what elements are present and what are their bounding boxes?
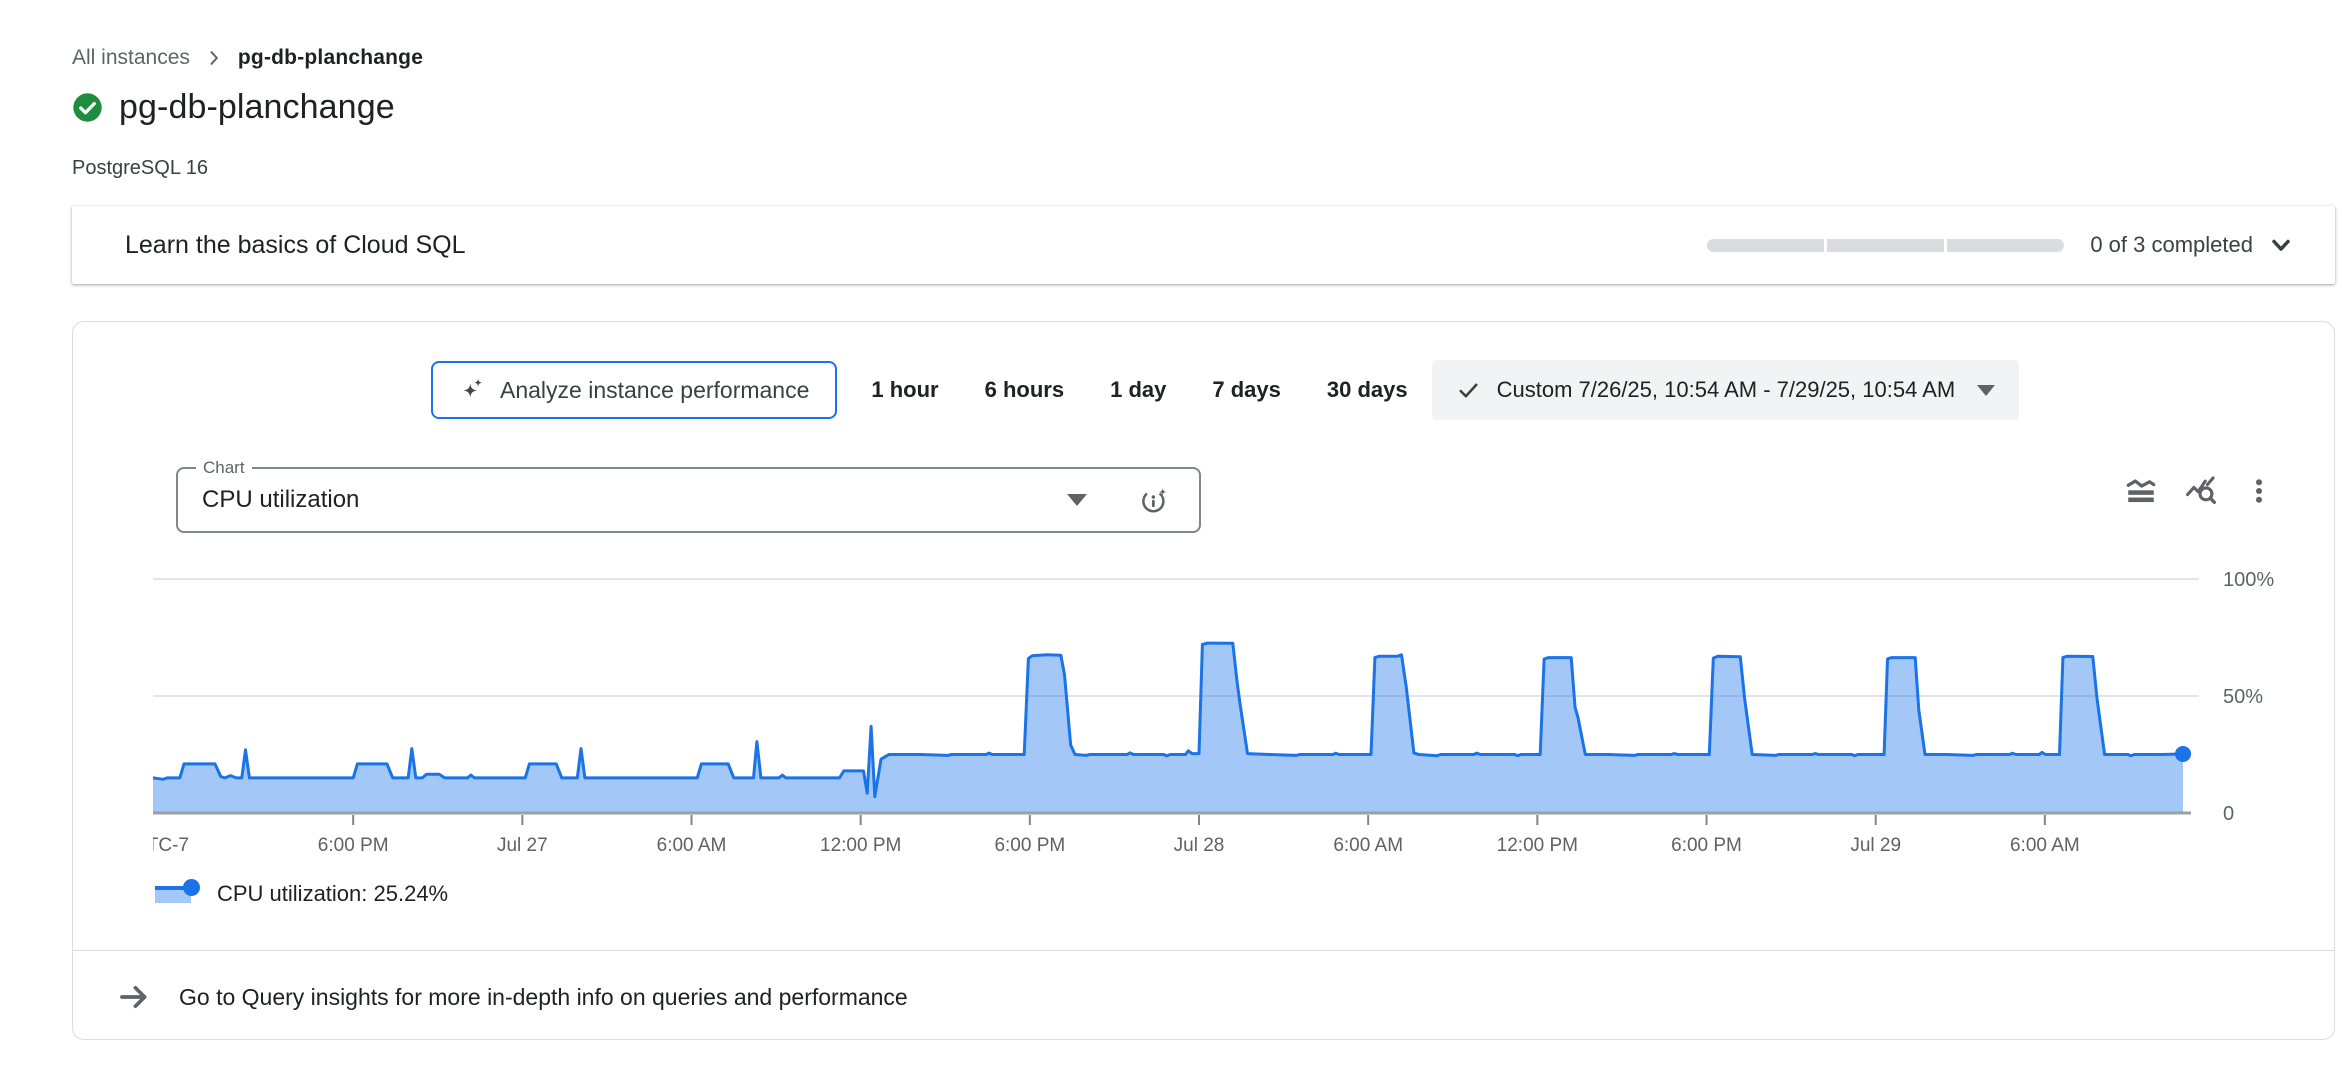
chart-select-row: Chart CPU utilization — [176, 467, 1201, 533]
svg-text:6:00 PM: 6:00 PM — [994, 835, 1065, 856]
analyze-button-label: Analyze instance performance — [500, 377, 809, 404]
time-range-link[interactable]: 6 hours — [985, 377, 1064, 403]
svg-text:UTC-7: UTC-7 — [153, 835, 189, 856]
chevron-down-icon[interactable] — [2267, 231, 2295, 259]
instance-status-check-circle-icon — [72, 92, 103, 123]
cpu-chart-svg-mount: UTC-7 6:00 PM Jul 27 6:00 AM 12:00 PM 6:00 PM… — [153, 569, 2334, 874]
svg-text:Jul 27: Jul 27 — [497, 835, 548, 856]
learn-progress-bar — [1707, 239, 2064, 252]
custom-range-label: Custom 7/26/25, 10:54 AM - 7/29/25, 10:5… — [1497, 377, 1956, 403]
time-range-link[interactable]: 7 days — [1212, 377, 1281, 403]
monitoring-chart-card: Analyze instance performance 1 hour 6 hou… — [72, 321, 2335, 1040]
svg-text:6:00 AM: 6:00 AM — [2010, 835, 2080, 856]
check-icon — [1456, 378, 1481, 403]
svg-text:0: 0 — [2223, 803, 2234, 825]
custom-time-range-selector[interactable]: Custom 7/26/25, 10:54 AM - 7/29/25, 10:5… — [1432, 360, 2020, 420]
legend-label: CPU utilization: 25.24% — [217, 881, 448, 907]
svg-text:12:00 PM: 12:00 PM — [820, 835, 901, 856]
database-version-label: PostgreSQL 16 — [72, 157, 2342, 180]
svg-text:100%: 100% — [2223, 569, 2274, 591]
chart-metric-select[interactable]: Chart CPU utilization — [176, 467, 1201, 533]
progress-segment — [1947, 239, 2064, 252]
explore-chart-icon[interactable] — [2184, 474, 2218, 508]
svg-text:6:00 PM: 6:00 PM — [318, 835, 389, 856]
time-range-link[interactable]: 1 hour — [871, 377, 938, 403]
progress-segment — [1827, 239, 1944, 252]
chart-select-label: Chart — [196, 458, 252, 478]
progress-completed-label: 0 of 3 completed — [2090, 232, 2253, 258]
chart-toolbar: Analyze instance performance 1 hour 6 hou… — [431, 360, 2314, 420]
svg-text:12:00 PM: 12:00 PM — [1497, 835, 1578, 856]
chart-tools — [2124, 474, 2274, 508]
page-title: pg-db-planchange — [119, 88, 395, 127]
svg-text:50%: 50% — [2223, 686, 2263, 708]
ai-info-icon[interactable] — [1139, 485, 1169, 515]
progress-segment — [1707, 239, 1824, 252]
svg-text:6:00 PM: 6:00 PM — [1671, 835, 1742, 856]
analyze-instance-performance-button[interactable]: Analyze instance performance — [431, 361, 837, 419]
select-dropdown-arrow-icon — [1067, 494, 1087, 506]
svg-text:Jul 28: Jul 28 — [1174, 835, 1225, 856]
arrow-right-icon — [117, 980, 151, 1014]
sparkle-icon — [459, 377, 486, 404]
more-vert-icon[interactable] — [2244, 476, 2274, 506]
breadcrumb-current: pg-db-planchange — [238, 46, 423, 70]
learn-basics-banner: Learn the basics of Cloud SQL 0 of 3 com… — [72, 206, 2335, 284]
legend-dot — [183, 879, 200, 896]
svg-text:Jul 29: Jul 29 — [1850, 835, 1901, 856]
chart-legend: CPU utilization: 25.24% — [155, 878, 2334, 910]
time-range-link[interactable]: 1 day — [1110, 377, 1166, 403]
cpu-utilization-chart[interactable]: UTC-7 6:00 PM Jul 27 6:00 AM 12:00 PM 6:00 PM… — [153, 569, 2334, 874]
dropdown-arrow-icon — [1977, 385, 1995, 396]
breadcrumb-all-instances-link[interactable]: All instances — [72, 46, 190, 70]
time-range-links: 1 hour 6 hours 1 day 7 days 30 days — [871, 377, 1407, 403]
learn-basics-title: Learn the basics of Cloud SQL — [125, 231, 1707, 260]
breadcrumb: All instances pg-db-planchange — [72, 46, 2342, 70]
time-range-link[interactable]: 30 days — [1327, 377, 1408, 403]
query-insights-text: Go to Query insights for more in-depth i… — [179, 984, 908, 1011]
area-chart-icon[interactable] — [2124, 474, 2158, 508]
breadcrumb-chevron-icon — [204, 48, 224, 68]
query-insights-link[interactable]: Go to Query insights for more in-depth i… — [73, 951, 2334, 1043]
legend-swatch — [155, 886, 191, 903]
cloud-sql-instance-page: All instances pg-db-planchange pg-db-pla… — [0, 0, 2342, 1040]
svg-text:6:00 AM: 6:00 AM — [1333, 835, 1403, 856]
instance-title-row: pg-db-planchange — [44, 88, 2342, 127]
chart-select-value: CPU utilization — [202, 486, 1067, 514]
svg-text:6:00 AM: 6:00 AM — [657, 835, 727, 856]
